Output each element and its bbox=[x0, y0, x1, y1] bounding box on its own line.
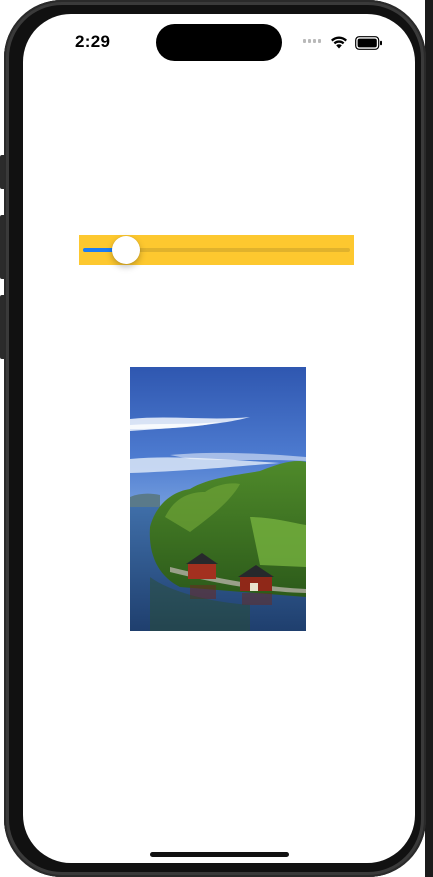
phone-device: 2:29 bbox=[0, 0, 433, 877]
window-edge bbox=[425, 0, 433, 877]
status-time: 2:29 bbox=[75, 32, 111, 51]
wifi-icon bbox=[331, 36, 347, 49]
slider-thumb[interactable] bbox=[111, 236, 140, 264]
dynamic-island bbox=[156, 24, 282, 61]
slider-track[interactable] bbox=[83, 236, 350, 264]
phone-screen: 2:29 bbox=[23, 14, 415, 863]
landscape-photo bbox=[130, 367, 306, 631]
slider-container bbox=[79, 235, 354, 265]
home-indicator[interactable] bbox=[150, 852, 289, 857]
cellular-signal-icon bbox=[303, 39, 321, 43]
status-icons bbox=[303, 36, 393, 50]
battery-icon bbox=[355, 36, 382, 50]
